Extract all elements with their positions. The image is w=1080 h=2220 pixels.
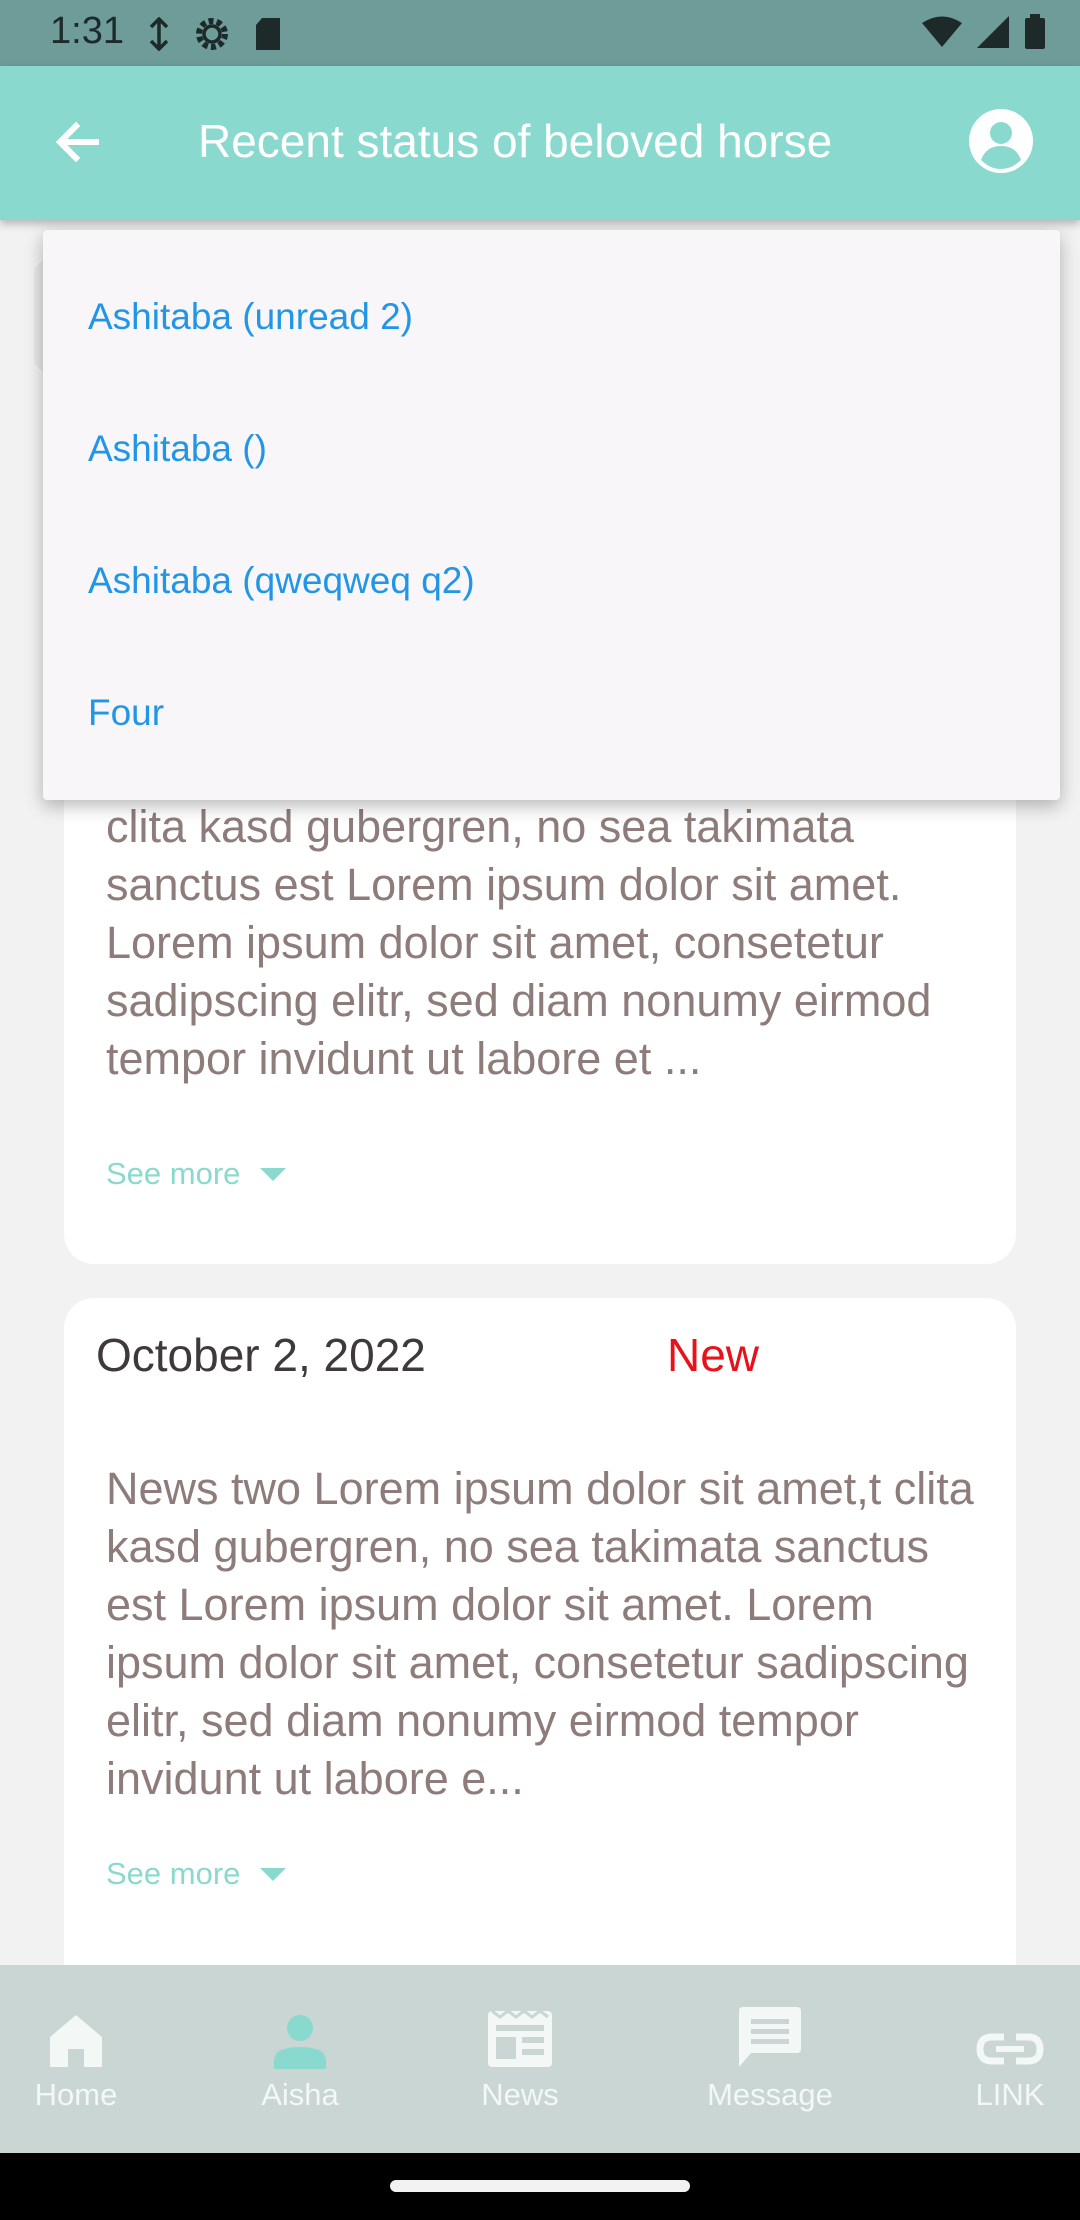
see-more-label: See more: [106, 1856, 241, 1891]
sd-card-icon: [256, 18, 280, 50]
home-icon: [50, 2015, 102, 2067]
news-date: October 2, 2022: [96, 1329, 426, 1381]
see-more-label: See more: [106, 1156, 241, 1191]
dropdown-option[interactable]: Ashitaba (unread 2): [88, 296, 413, 338]
nav-item-message[interactable]: Message: [690, 1965, 850, 2153]
gesture-bar: [0, 2153, 1080, 2220]
status-time: 1:31: [50, 10, 124, 52]
link-icon: [976, 2033, 1044, 2065]
news-card: October 2, 2022 New News two Lorem ipsum…: [64, 1298, 1016, 1998]
news-body: News two Lorem ipsum dolor sit amet,t cl…: [106, 1463, 974, 1804]
nav-label: Message: [707, 2077, 833, 2112]
chevron-down-icon: [260, 1167, 287, 1181]
dropdown-option[interactable]: Ashitaba (qweqweq q2): [88, 560, 475, 602]
back-arrow-icon[interactable]: [48, 112, 108, 172]
page-title: Recent status of beloved horse: [198, 115, 833, 167]
bottom-navigation: Home Aisha News Message LINK: [0, 1965, 1080, 2153]
see-more-button[interactable]: See more: [106, 1156, 287, 1192]
dropdown-option[interactable]: Four: [88, 692, 164, 734]
nav-label: News: [481, 2077, 559, 2112]
battery-icon: [1025, 14, 1045, 49]
app-bar: Recent status of beloved horse: [0, 66, 1080, 220]
nav-item-aisha[interactable]: Aisha: [240, 1965, 360, 2153]
home-gesture-handle[interactable]: [390, 2180, 690, 2192]
nav-label: Home: [34, 2077, 118, 2112]
nav-label: LINK: [975, 2077, 1045, 2112]
settings-icon: [196, 18, 228, 50]
cellular-signal-icon: [977, 16, 1009, 48]
dropdown-option[interactable]: Ashitaba (): [88, 428, 267, 470]
nav-label: Aisha: [261, 2077, 339, 2112]
data-saver-icon: [149, 17, 169, 51]
status-bar: 1:31: [0, 0, 1080, 66]
nav-item-home[interactable]: Home: [0, 1965, 152, 2153]
account-icon[interactable]: [968, 108, 1034, 174]
message-icon: [739, 2007, 801, 2067]
see-more-button[interactable]: See more: [106, 1856, 287, 1892]
news-body: clita kasd gubergren, no sea takimata sa…: [106, 801, 932, 1084]
news-icon: [488, 2009, 552, 2067]
nav-item-link[interactable]: LINK: [950, 1965, 1070, 2153]
chevron-down-icon: [260, 1867, 287, 1881]
wifi-icon: [922, 16, 962, 47]
nav-item-news[interactable]: News: [460, 1965, 580, 2153]
horse-dropdown-menu: Ashitaba (unread 2) Ashitaba () Ashitaba…: [43, 230, 1060, 800]
person-icon: [274, 2015, 326, 2069]
new-badge: New: [667, 1329, 760, 1381]
